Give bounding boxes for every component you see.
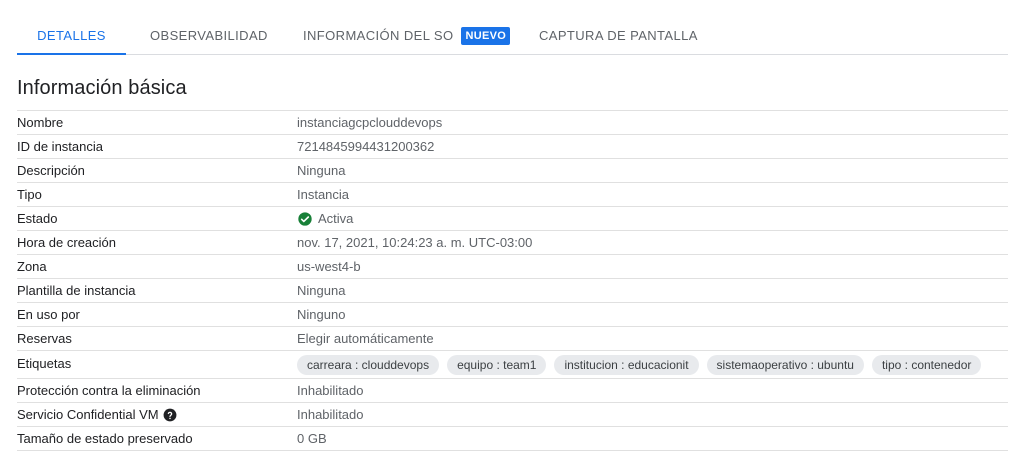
row-value: Ninguna (297, 163, 346, 178)
row-value: Elegir automáticamente (297, 331, 434, 346)
status-text: Activa (318, 211, 354, 226)
table-row: Estado Activa (17, 207, 1008, 231)
row-value: 0 GB (297, 431, 327, 446)
new-badge: NUEVO (461, 26, 511, 45)
help-icon[interactable] (163, 408, 177, 422)
table-row: Tamaño de estado preservado 0 GB (17, 427, 1008, 451)
row-label: Plantilla de instancia (17, 283, 136, 298)
tab-captura-pantalla[interactable]: CAPTURA DE PANTALLA (539, 17, 698, 54)
table-row: Plantilla de instancia Ninguna (17, 279, 1008, 303)
row-value: Instancia (297, 187, 350, 202)
row-label: Servicio Confidential VM (17, 407, 159, 422)
tab-label: DETALLES (37, 28, 106, 43)
row-value: Ninguna (297, 283, 346, 298)
row-label: Tamaño de estado preservado (17, 431, 193, 446)
status-value: Activa (297, 211, 353, 227)
tab-label: CAPTURA DE PANTALLA (539, 28, 698, 43)
row-label: Protección contra la eliminación (17, 383, 201, 398)
row-value: Ninguno (297, 307, 346, 322)
label-chip[interactable]: tipo : contenedor (871, 354, 982, 375)
table-row: Hora de creación nov. 17, 2021, 10:24:23… (17, 231, 1008, 255)
table-row: Tipo Instancia (17, 183, 1008, 207)
row-label: Estado (17, 211, 58, 226)
row-value: 7214845994431200362 (297, 139, 435, 154)
row-label: Descripción (17, 163, 85, 178)
row-label: Zona (17, 259, 47, 274)
table-row: En uso por Ninguno (17, 303, 1008, 327)
table-row: Zona us-west4-b (17, 255, 1008, 279)
row-label: Reservas (17, 331, 72, 346)
table-row: Nombre instanciagcpclouddevops (17, 111, 1008, 135)
labels-chips: carreara : clouddevops equipo : team1 in… (297, 354, 989, 375)
table-row: ID de instancia 7214845994431200362 (17, 135, 1008, 159)
row-value: Inhabilitado (297, 383, 364, 398)
section-title: Información básica (17, 77, 187, 99)
row-value: instanciagcpclouddevops (297, 115, 443, 130)
confidential-vm-label: Servicio Confidential VM (17, 407, 177, 422)
table-row: Etiquetas carreara : clouddevops equipo … (17, 351, 1008, 379)
row-value: us-west4-b (297, 259, 361, 274)
table-row: Reservas Elegir automáticamente (17, 327, 1008, 351)
table-row: Descripción Ninguna (17, 159, 1008, 183)
tab-bar: DETALLES OBSERVABILIDAD INFORMACIÓN DEL … (17, 17, 1008, 55)
tab-observabilidad[interactable]: OBSERVABILIDAD (150, 17, 268, 54)
row-label: En uso por (17, 307, 80, 322)
table-row: Protección contra la eliminación Inhabil… (17, 379, 1008, 403)
label-chip[interactable]: carreara : clouddevops (297, 354, 440, 375)
tab-detalles[interactable]: DETALLES (17, 17, 126, 55)
row-label: ID de instancia (17, 139, 103, 154)
details-table: Nombre instanciagcpclouddevops ID de ins… (17, 110, 1008, 451)
label-chip[interactable]: sistemaoperativo : ubuntu (706, 354, 864, 375)
row-value: nov. 17, 2021, 10:24:23 a. m. UTC-03:00 (297, 235, 533, 250)
label-chip[interactable]: institucion : educacionit (554, 354, 699, 375)
tab-label: INFORMACIÓN DEL SO (303, 28, 454, 43)
table-row: Servicio Confidential VM Inhabilitado (17, 403, 1008, 427)
row-label: Nombre (17, 115, 64, 130)
row-label: Etiquetas (17, 356, 72, 371)
check-circle-icon (298, 211, 312, 226)
row-label: Tipo (17, 187, 42, 202)
row-value: Inhabilitado (297, 407, 364, 422)
tab-label: OBSERVABILIDAD (150, 28, 268, 43)
label-chip[interactable]: equipo : team1 (447, 354, 547, 375)
row-label: Hora de creación (17, 235, 116, 250)
tab-informacion-so[interactable]: INFORMACIÓN DEL SO NUEVO (303, 17, 511, 54)
active-tab-indicator (17, 53, 126, 55)
